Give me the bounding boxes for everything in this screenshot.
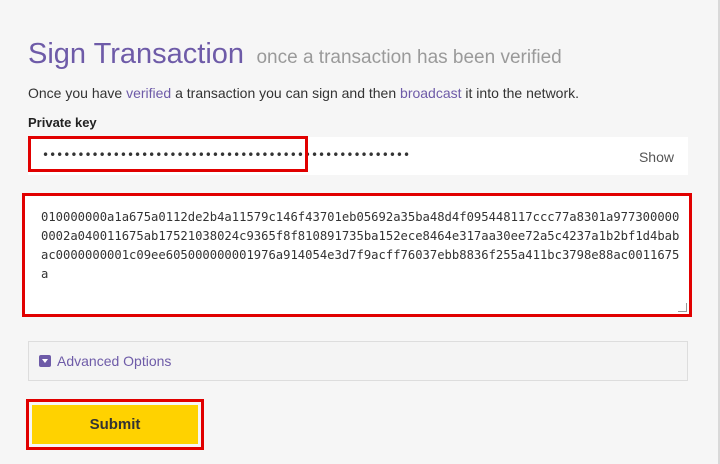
advanced-options-label[interactable]: Advanced Options — [57, 353, 171, 369]
submit-button[interactable]: Submit — [32, 405, 198, 444]
transaction-raw-hex[interactable]: 010000000a1a675a0112de2b4a11579c146f4370… — [41, 208, 681, 284]
broadcast-link[interactable]: broadcast — [400, 85, 461, 101]
show-key-button[interactable]: Show — [639, 149, 674, 165]
submit-highlight: Submit — [26, 399, 204, 450]
intro-text-middle: a transaction you can sign and then — [171, 85, 401, 101]
private-key-highlight — [28, 136, 308, 172]
chevron-down-square-icon[interactable] — [39, 355, 51, 367]
private-key-label: Private key — [28, 115, 97, 130]
resize-handle-icon[interactable] — [678, 303, 687, 312]
page-title: Sign Transaction — [28, 38, 245, 70]
advanced-options-toggle[interactable]: Advanced Options — [28, 341, 688, 381]
transaction-textarea[interactable]: 010000000a1a675a0112de2b4a11579c146f4370… — [22, 193, 692, 317]
intro-text: Once you have verified a transaction you… — [28, 85, 579, 101]
verified-link[interactable]: verified — [126, 85, 171, 101]
page-heading: Sign Transaction once a transaction has … — [28, 38, 562, 71]
intro-text-after: it into the network. — [461, 85, 580, 101]
page-subtitle: once a transaction has been verified — [256, 47, 562, 68]
intro-text-before: Once you have — [28, 85, 127, 101]
